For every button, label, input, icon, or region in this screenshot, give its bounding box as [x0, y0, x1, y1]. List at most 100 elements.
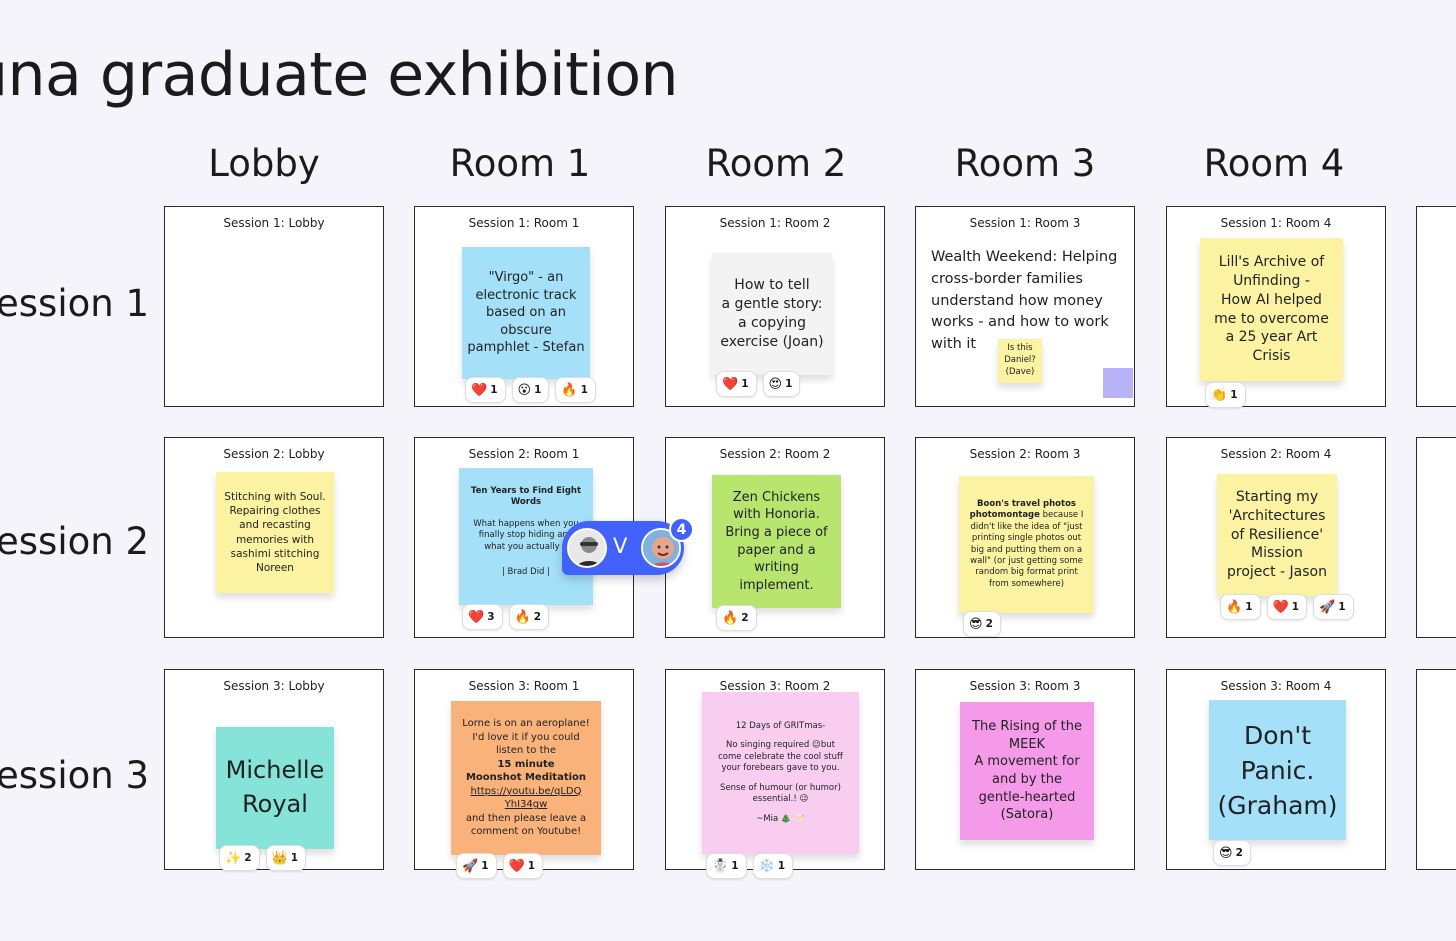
note-line: How AI helped [1221, 291, 1322, 308]
reaction-fire[interactable]: 🔥 2 [716, 605, 757, 631]
frame-session-2-room-5[interactable] [1416, 437, 1456, 638]
sticky-note[interactable]: How to tell a gentle story: a copying ex… [712, 253, 832, 375]
sticky-note[interactable]: Zen Chickens with Honoria. Bring a piece… [712, 475, 841, 608]
reaction-snowflake[interactable]: ❄️ 1 [752, 853, 793, 879]
note-line: ~Mia 🎄 🥂 [756, 813, 805, 824]
sticky-note[interactable]: Stitching with Soul. Repairing clothes a… [216, 472, 334, 593]
reaction-clap[interactable]: 👏 1 [1205, 382, 1246, 408]
frame-title: Session 2: Room 4 [1220, 447, 1332, 461]
note-line: Crisis [1252, 348, 1291, 365]
sticky-note[interactable]: 12 Days of GRITmas- No singing required … [702, 692, 859, 854]
rocket-icon: 🚀 [1319, 599, 1336, 615]
sticky-note[interactable]: Boon's travel photos photomontage becaus… [959, 476, 1094, 613]
reaction-fire[interactable]: 🔥 1 [1220, 594, 1261, 620]
sticky-note[interactable]: "Virgo" - an electronic track based on a… [462, 247, 590, 379]
note-line: Sense of humour (or humor) [720, 782, 841, 793]
note-line: Royal [242, 790, 308, 818]
reaction-count: 1 [527, 860, 535, 872]
reaction-heart-eyes[interactable]: 😍 1 [762, 371, 801, 397]
rocket-icon: 🚀 [462, 858, 479, 874]
heart-icon: ❤️ [468, 609, 485, 625]
user-avatar[interactable] [567, 528, 607, 568]
frame-title: Session 1: Lobby [223, 216, 325, 230]
note-line: Noreen [256, 561, 294, 574]
reaction-sunglasses[interactable]: 😎 2 [1213, 840, 1251, 866]
board-title: una graduate exhibition [0, 40, 679, 110]
sticky-note-small[interactable]: Is this Daniel? (Dave) [998, 339, 1042, 383]
collaborator-count-badge: 4 [669, 517, 694, 542]
note-line: of Resilience' [1230, 526, 1324, 543]
note-rest: because I didn't like the idea of "just … [970, 510, 1084, 589]
sticky-note-empty[interactable] [1103, 368, 1133, 398]
reaction-count: 1 [731, 860, 739, 872]
reaction-heart[interactable]: ❤️ 1 [465, 377, 506, 403]
note-text: Boon's travel photos photomontage becaus… [965, 499, 1088, 591]
sticky-note[interactable]: Lill's Archive of Unfinding - How AI hel… [1200, 238, 1343, 381]
reaction-snowman[interactable]: ☃️ 1 [706, 853, 747, 879]
note-line: Repairing clothes [229, 505, 321, 518]
frame-session-1-room-5[interactable] [1416, 206, 1456, 407]
note-line: electronic track [475, 287, 577, 303]
note-line: MEEK [1008, 736, 1046, 752]
sticky-note[interactable]: The Rising of the MEEK A movement for an… [960, 702, 1094, 840]
note-title: Ten Years to Find Eight Words [470, 486, 582, 508]
frame-session-1-lobby[interactable]: Session 1: Lobby [164, 206, 384, 407]
note-line: Mission [1251, 545, 1303, 562]
column-header-lobby: Lobby [208, 142, 320, 185]
note-line: essential.! 😉 [752, 794, 809, 805]
reaction-fire[interactable]: 🔥 2 [508, 604, 549, 630]
reaction-rocket[interactable]: 🚀 1 [1313, 594, 1354, 620]
reaction-heart[interactable]: ❤️ 1 [1266, 594, 1307, 620]
crown-icon: 👑 [271, 850, 288, 866]
reaction-count: 2 [741, 612, 749, 624]
fire-icon: 🔥 [561, 382, 578, 398]
note-line: (Graham) [1217, 790, 1338, 820]
note-line: Michelle [225, 756, 325, 785]
reaction-heart[interactable]: ❤️ 1 [716, 371, 757, 397]
reaction-count: 2 [533, 611, 541, 623]
reaction-heart[interactable]: ❤️ 1 [502, 853, 543, 879]
frame-session-3-room-5[interactable] [1416, 669, 1456, 870]
note-line: No singing required 😉but [726, 740, 835, 751]
sticky-note[interactable]: Lorne is on an aeroplane! I'd love it if… [451, 701, 601, 855]
note-line: a gentle story: [721, 296, 823, 313]
note-line: Is this [1007, 343, 1033, 354]
sticky-note[interactable]: Starting my 'Architectures of Resilience… [1217, 474, 1337, 596]
reaction-sparkles[interactable]: ✨ 2 [219, 845, 260, 871]
reaction-heart[interactable]: ❤️ 3 [462, 604, 503, 630]
note-signature: | Brad Did | [501, 567, 551, 578]
reactions-bar: 😎 2 [963, 611, 1001, 637]
note-line: "Virgo" - an [488, 270, 564, 286]
reactions-bar: 🔥 1 ❤️ 1 🚀 1 [1220, 594, 1354, 620]
note-line: The Rising of the [972, 719, 1082, 735]
reaction-rocket[interactable]: 🚀 1 [456, 853, 497, 879]
note-line: How to tell [734, 277, 810, 294]
note-line: Daniel? [1004, 355, 1036, 366]
reaction-surprised[interactable]: 😮 1 [511, 377, 550, 403]
sticky-note[interactable]: Don't Panic. (Graham) [1209, 700, 1346, 840]
column-header-room-4: Room 4 [1203, 142, 1345, 185]
text-line: understand how money [931, 292, 1103, 309]
text-line: cross-border families [931, 270, 1083, 287]
fire-icon: 🔥 [722, 610, 739, 626]
note-line: listen to the [496, 745, 556, 757]
note-line: obscure [500, 322, 552, 338]
heart-icon: ❤️ [1272, 599, 1289, 615]
reaction-fire[interactable]: 🔥 1 [555, 377, 596, 403]
note-line: gentle-hearted [978, 789, 1076, 805]
note-line: Stitching with Soul. [224, 490, 326, 503]
note-line: a 25 year Art [1225, 329, 1318, 346]
note-line: A movement for [974, 754, 1080, 770]
note-line: pamphlet - Stefan [467, 340, 585, 356]
reaction-sunglasses[interactable]: 😎 2 [963, 611, 1001, 637]
reactions-bar: 🔥 2 [716, 605, 757, 631]
note-line: Panic. [1240, 755, 1315, 785]
reactions-bar: ✨ 2 👑 1 [219, 845, 306, 871]
note-line: (Satora) [1000, 807, 1054, 823]
reaction-count: 1 [1245, 601, 1253, 613]
reaction-count: 2 [985, 618, 993, 630]
reaction-crown[interactable]: 👑 1 [265, 845, 306, 871]
sticky-note[interactable]: Michelle Royal [216, 727, 334, 849]
frame-title: Session 3: Room 2 [719, 679, 831, 693]
youtube-link[interactable]: https://youtu.be/qLDQYhI34gw [470, 785, 582, 812]
